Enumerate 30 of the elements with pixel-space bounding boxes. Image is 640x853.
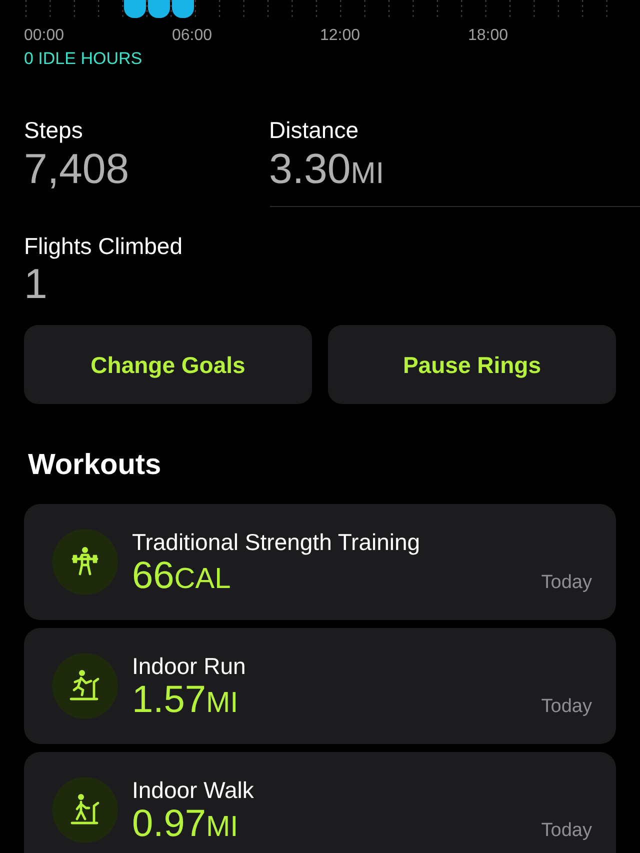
workout-name: Indoor Walk [132,776,255,806]
axis-label: 12:00 [320,26,362,46]
stat-label: Flights Climbed [24,232,184,261]
value-unit: CAL [174,565,231,594]
workout-date: Today [541,695,592,720]
workout-name: Indoor Run [132,652,247,682]
value-unit: MI [350,158,384,189]
axis-label: 06:00 [172,26,214,46]
workout-name: Traditional Strength Training [132,528,422,558]
section-title: Workouts [27,448,162,484]
action-button[interactable]: Pause Rings [328,325,616,404]
value-number: 0.97 [132,805,206,844]
workout-date: Today [541,819,592,844]
value-unit: MI [206,689,238,718]
value-number: 7,408 [24,148,130,190]
action-button[interactable]: Change Goals [24,325,312,404]
stat-label: Steps [24,116,84,146]
value-number: 3.30 [269,148,351,190]
value-number: 66 [132,557,174,596]
idle-hours-summary: 0 IDLE HOURS [23,48,144,70]
workout-card[interactable]: Indoor Run 1.57MI Today [24,628,616,744]
workout-card[interactable]: Traditional Strength Training 66CAL Today [24,504,616,620]
value-unit: MI [206,813,238,842]
axis-label: 18:00 [468,26,510,46]
axis-label: 00:00 [24,26,66,46]
workout-card[interactable]: Indoor Walk 0.97MI Today [24,752,616,853]
value-number: 1.57 [132,681,206,720]
stat-label: Distance [269,116,360,146]
workout-date: Today [541,571,592,596]
value-number: 1 [24,263,48,306]
